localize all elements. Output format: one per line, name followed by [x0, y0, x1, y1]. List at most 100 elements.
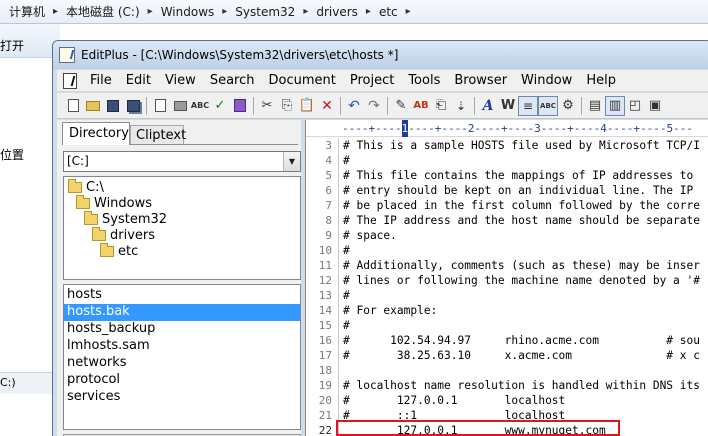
tree-item[interactable]: etc [64, 242, 300, 259]
tree-item[interactable]: System32 [64, 210, 300, 227]
breadcrumb-item[interactable]: 计算机 [4, 3, 50, 20]
tree-item-label: etc [118, 243, 139, 259]
list-item[interactable]: networks [64, 355, 300, 372]
menu-item-search[interactable]: Search [203, 73, 262, 88]
list-item[interactable]: protocol [64, 372, 300, 389]
goto-icon[interactable]: ⎗ [431, 96, 451, 116]
drive-dropdown[interactable]: [C:] ▼ [63, 151, 301, 172]
code-line[interactable]: # localhost name resolution is handled w… [343, 378, 708, 393]
code-line[interactable]: # [343, 318, 708, 333]
copy-icon[interactable]: ⎘ [277, 96, 297, 116]
output-window-icon[interactable]: ▤ [585, 96, 605, 116]
code-line[interactable]: # 38.25.63.10 x.acme.com # x c [343, 348, 708, 363]
breadcrumb-item[interactable]: System32 [230, 5, 300, 19]
chevron-right-icon[interactable]: ▸ [403, 6, 414, 17]
code-line[interactable]: # [343, 153, 708, 168]
menu-item-window[interactable]: Window [514, 73, 579, 88]
code-line[interactable]: # This file contains the mappings of IP … [343, 168, 708, 183]
chevron-right-icon[interactable]: ▸ [50, 6, 61, 17]
undo-icon[interactable]: ↶ [344, 96, 364, 116]
menu-item-file[interactable]: File [83, 73, 119, 88]
new-file-icon[interactable] [63, 96, 83, 116]
tab-directory[interactable]: Directory [62, 122, 130, 145]
chevron-right-icon[interactable]: ▸ [363, 6, 374, 17]
print-icon[interactable] [170, 96, 190, 116]
chevron-right-icon[interactable]: ▸ [300, 6, 311, 17]
list-item[interactable]: hosts.bak [64, 304, 300, 321]
code-line[interactable]: # lines or following the machine name de… [343, 273, 708, 288]
spell-toggle-icon[interactable]: ABC [538, 95, 558, 116]
code-line[interactable]: # [343, 243, 708, 258]
line-number: 20 [318, 394, 332, 407]
breadcrumb-item[interactable]: Windows [156, 5, 220, 19]
browser-icon[interactable]: ◰ [625, 96, 645, 116]
list-item[interactable]: lmhosts.sam [64, 338, 300, 355]
toolbar-separator [581, 96, 582, 115]
breadcrumb-item[interactable]: 本地磁盘 (C:) [61, 3, 145, 20]
code-line[interactable]: # space. [343, 228, 708, 243]
document-icon[interactable] [63, 72, 77, 89]
spell-check-icon[interactable]: ABC [190, 96, 210, 116]
code-line[interactable]: # entry should be kept on an individual … [343, 183, 708, 198]
code-line[interactable]: # This is a sample HOSTS file used by Mi… [343, 138, 708, 153]
tree-item-label: drivers [110, 227, 156, 243]
chevron-down-icon[interactable]: ▼ [283, 152, 300, 171]
chevron-right-icon[interactable]: ▸ [145, 6, 156, 17]
menu-item-edit[interactable]: Edit [119, 73, 158, 88]
book-icon[interactable] [230, 96, 250, 116]
menu-item-browser[interactable]: Browser [447, 73, 514, 88]
menu-item-tools[interactable]: Tools [401, 73, 447, 88]
menu-item-view[interactable]: View [158, 73, 203, 88]
title-bar[interactable]: EditPlus - [C:\Windows\System32\drivers\… [53, 41, 708, 69]
chevron-right-icon[interactable]: ▸ [219, 6, 230, 17]
menu-item-project[interactable]: Project [343, 73, 401, 88]
list-item[interactable]: services [64, 389, 300, 406]
fullscreen-icon[interactable]: ▣ [645, 96, 665, 116]
next-icon[interactable]: ⇣ [451, 96, 471, 116]
code-line[interactable]: # The IP address and the host name shoul… [343, 213, 708, 228]
list-item[interactable]: hosts [64, 287, 300, 304]
save-all-icon[interactable] [123, 96, 143, 116]
list-item[interactable]: hosts_backup [64, 321, 300, 338]
open-folder-icon[interactable] [83, 96, 103, 116]
replace-icon[interactable]: AB [411, 96, 431, 116]
check-icon[interactable]: ✓ [210, 96, 230, 116]
font-icon[interactable]: A [478, 96, 498, 116]
line-number: 8 [325, 214, 332, 227]
editor-pane[interactable]: ----+----1----+----2----+----3----+----4… [305, 120, 708, 436]
print-preview-icon[interactable] [150, 96, 170, 116]
bold-icon[interactable]: W [498, 96, 518, 116]
find-icon[interactable]: ✎ [391, 96, 411, 116]
code-line[interactable]: # 127.0.0.1 localhost [343, 393, 708, 408]
line-number: 11 [318, 259, 332, 272]
tree-item[interactable]: drivers [64, 226, 300, 243]
code-line[interactable]: # 102.54.94.97 rhino.acme.com # sou [343, 333, 708, 348]
explorer-open-button[interactable]: 打开 [0, 37, 24, 54]
line-number-gutter: 3 4 5 6 7 8 9 10 11 12 13 14 15 16 17 18 19 20 21 22 [306, 138, 339, 436]
code-line[interactable]: # [343, 288, 708, 303]
code-line[interactable]: # be placed in the first column followed… [343, 198, 708, 213]
breadcrumb-item[interactable]: drivers [311, 5, 363, 19]
line-number: 14 [318, 304, 332, 317]
menu-item-document[interactable]: Document [261, 73, 342, 88]
word-wrap-icon[interactable]: ≡ [518, 95, 538, 116]
tree-item[interactable]: C:\ [64, 178, 300, 195]
code-text-area[interactable]: # This is a sample HOSTS file used by Mi… [343, 138, 708, 436]
explorer-breadcrumb[interactable]: 计算机 ▸ 本地磁盘 (C:) ▸ Windows ▸ System32 ▸ drivers ▸ e… [0, 0, 708, 24]
editplus-window: EditPlus - [C:\Windows\System32\drivers\… [52, 40, 708, 436]
explorer-bottom-area [0, 394, 56, 436]
paste-icon[interactable]: 📋 [297, 96, 317, 116]
code-line[interactable]: # Additionally, comments (such as these)… [343, 258, 708, 273]
code-line[interactable] [343, 363, 708, 378]
code-line[interactable]: # For example: [343, 303, 708, 318]
delete-icon[interactable]: ✕ [317, 96, 337, 116]
cut-icon[interactable]: ✂ [257, 96, 277, 116]
tree-item[interactable]: Windows [64, 194, 300, 211]
menu-item-help[interactable]: Help [579, 73, 623, 88]
save-icon[interactable] [103, 96, 123, 116]
preferences-icon[interactable]: ⚙ [558, 96, 578, 116]
redo-icon[interactable]: ↷ [364, 96, 384, 116]
tab-cliptext[interactable]: Cliptext [130, 125, 186, 145]
directory-window-icon[interactable]: ▥ [605, 95, 625, 116]
breadcrumb-item[interactable]: etc [374, 5, 403, 19]
